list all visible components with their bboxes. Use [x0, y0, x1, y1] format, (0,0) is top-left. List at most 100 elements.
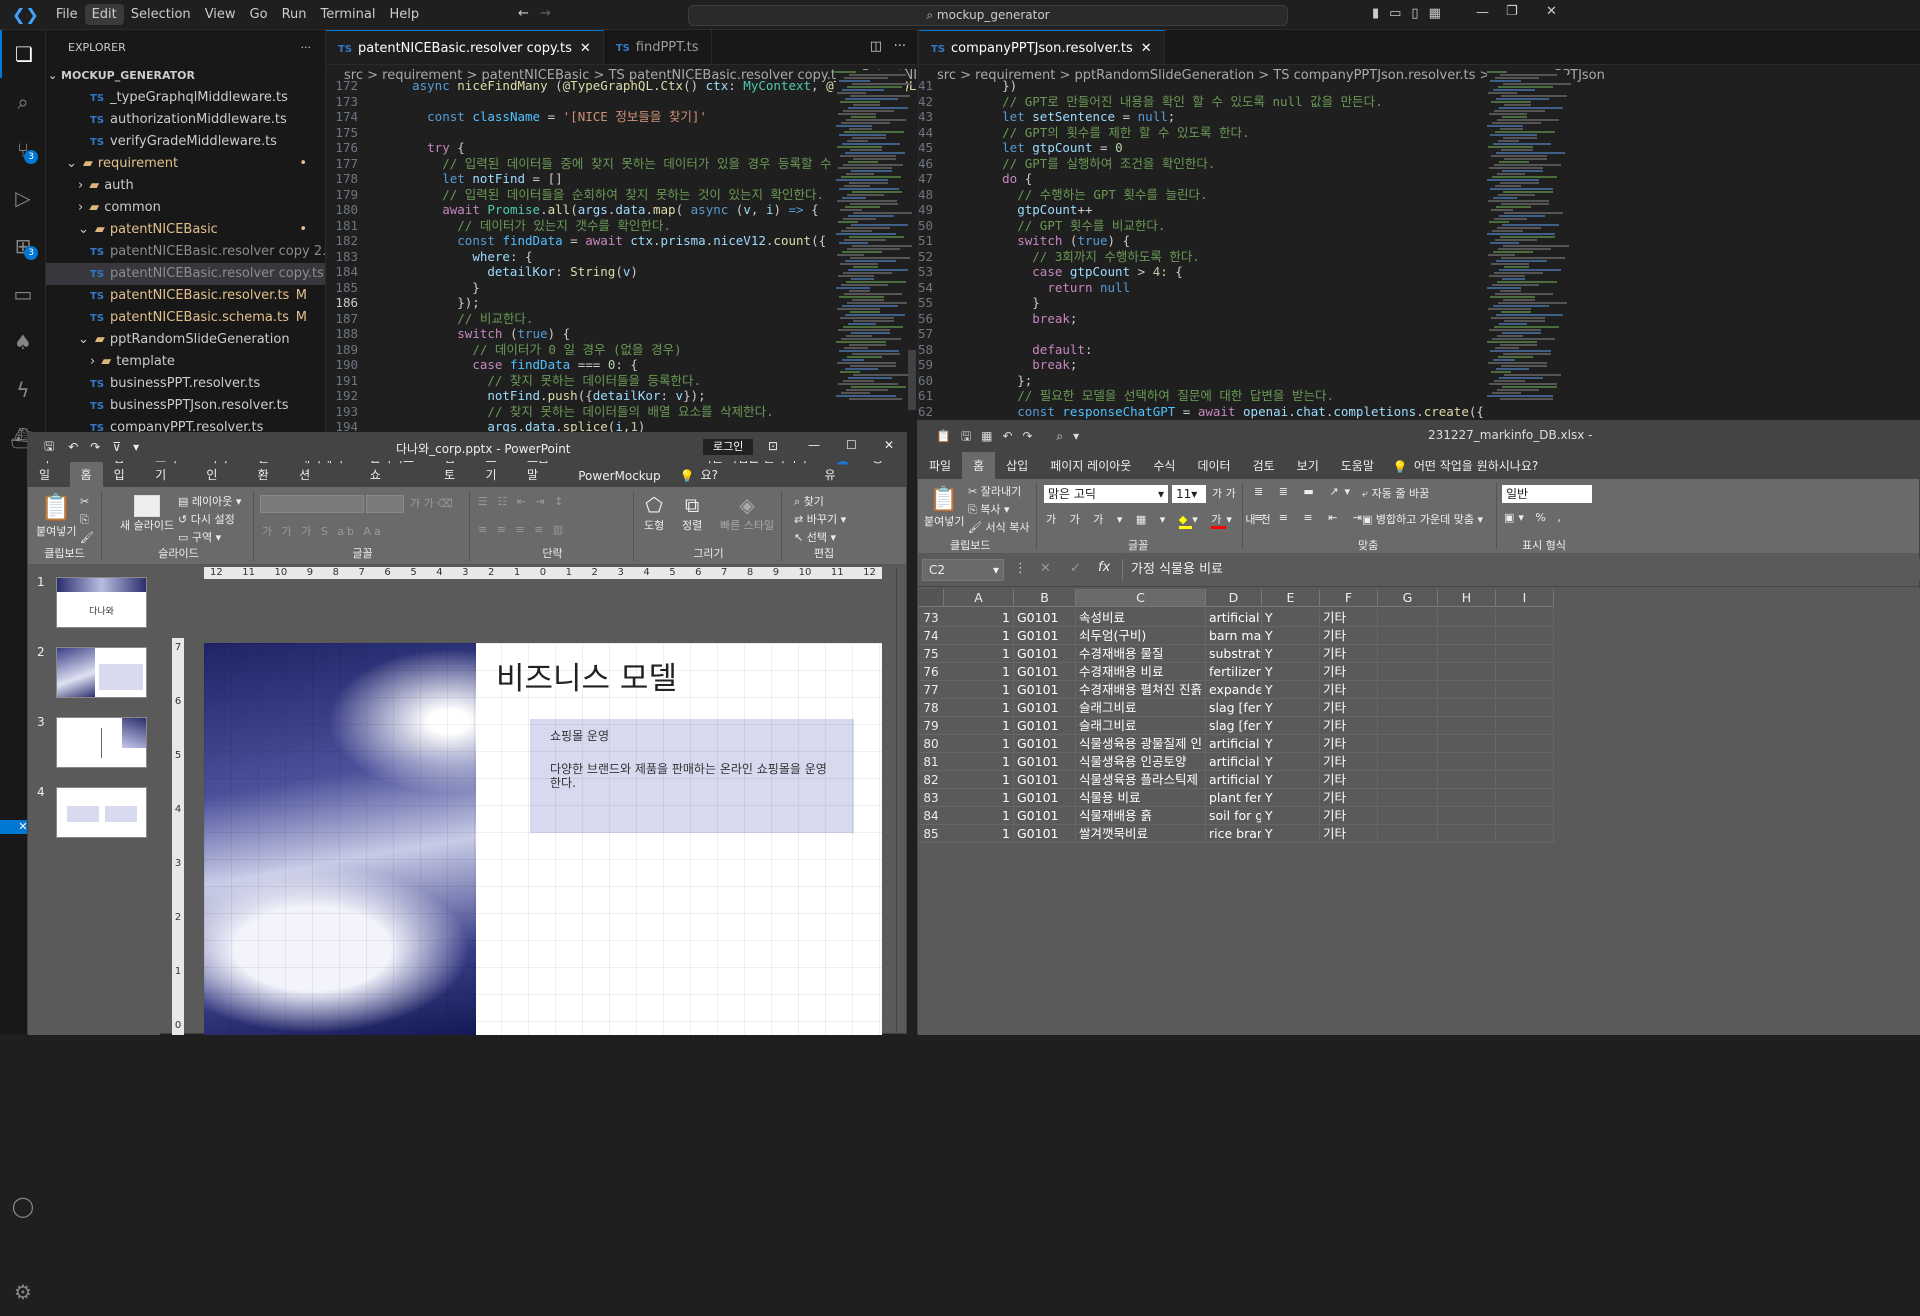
grid-cell[interactable]: 식물생육용 인공토양 — [1076, 753, 1206, 771]
menu-help[interactable]: Help — [382, 4, 426, 25]
reset-button[interactable]: ↺ 다시 설정 — [178, 511, 235, 527]
insert-function-icon[interactable]: fx — [1098, 560, 1110, 575]
layout-button[interactable]: ▤ 레이아웃 ▾ — [178, 493, 241, 509]
grid-cell[interactable]: 기타 — [1320, 753, 1378, 771]
grid-cell[interactable]: artificial pl — [1206, 771, 1262, 789]
menu-view[interactable]: View — [198, 4, 243, 25]
row-header[interactable]: 84 — [918, 807, 944, 825]
editor-tab[interactable]: TS findPPT.ts — [604, 30, 712, 64]
grid-cell[interactable]: 1 — [944, 681, 1014, 699]
grid-cell[interactable] — [1378, 663, 1438, 681]
grid-cell[interactable] — [1438, 609, 1496, 627]
formula-input[interactable]: 가정 식물용 비료 — [1122, 559, 1920, 581]
grid-cell[interactable]: 기타 — [1320, 627, 1378, 645]
select-button[interactable]: ↖ 선택 ▾ — [794, 529, 836, 545]
grid-cell[interactable] — [1378, 807, 1438, 825]
xl-copy-button[interactable]: ⎘ 복사 ▾ — [968, 501, 1010, 517]
grid-cell[interactable] — [1496, 717, 1554, 735]
tree-item[interactable]: ⌄ ▰ requirement • — [46, 153, 325, 175]
menu-run[interactable]: Run — [275, 4, 314, 25]
ribbon-display-icon[interactable]: ⊡ — [768, 439, 778, 453]
formula-cancel-icon[interactable]: ✕ — [1040, 561, 1051, 576]
excel-tab[interactable]: 데이터 — [1186, 452, 1241, 479]
grid-cell[interactable] — [1496, 609, 1554, 627]
explorer-icon[interactable]: ❏ — [0, 30, 46, 78]
xl-font-name-select[interactable]: 맑은 고딕 ▾ — [1044, 485, 1168, 503]
grid-cell[interactable] — [1438, 735, 1496, 753]
grid-cell[interactable]: G0101 — [1014, 753, 1076, 771]
grid-cell[interactable]: 기타 — [1320, 699, 1378, 717]
tree-item[interactable]: TS patentNICEBasic.schema.ts M — [46, 307, 325, 329]
ppt-tab[interactable]: 홈 — [69, 462, 103, 487]
grid-cell[interactable] — [1438, 663, 1496, 681]
format-painter-icon[interactable]: 🖌 — [80, 531, 94, 544]
close-button[interactable]: ✕ — [1546, 4, 1557, 19]
xl-format-painter-button[interactable]: 🖌 서식 복사 — [968, 519, 1029, 535]
settings-gear-icon[interactable]: ⚙ — [0, 1268, 46, 1316]
tree-item[interactable]: TS businessPPTJson.resolver.ts — [46, 395, 325, 417]
grid-cell[interactable]: 식물용 비료 — [1076, 789, 1206, 807]
grid-cell[interactable] — [1496, 735, 1554, 753]
tree-item[interactable]: › ▰ auth — [46, 175, 325, 197]
formula-enter-icon[interactable]: ✓ — [1070, 561, 1081, 576]
grid-cell[interactable] — [1378, 735, 1438, 753]
grid-cell[interactable] — [1496, 699, 1554, 717]
xl-valign-icons[interactable]: ≣ ≣ ▬ ↗▾ — [1254, 485, 1356, 498]
grid-cell[interactable] — [1438, 681, 1496, 699]
excel-tab[interactable]: 도움말 — [1330, 452, 1385, 479]
slide-title[interactable]: 비즈니스 모델 — [496, 653, 677, 698]
grid-cell[interactable]: 기타 — [1320, 663, 1378, 681]
ppt-maximize-button[interactable]: ☐ — [846, 438, 857, 452]
xl-merge-button[interactable]: ▣ 병합하고 가운데 맞춤 ▾ — [1362, 511, 1483, 527]
shape-button[interactable]: ⬠ 도형 — [644, 493, 664, 533]
grid-cell[interactable]: 식물재배용 흙 — [1076, 807, 1206, 825]
grid-cell[interactable]: 기타 — [1320, 807, 1378, 825]
slide-content-box[interactable]: 쇼핑몰 운영 다양한 브랜드와 제품을 판매하는 온라인 쇼핑몰을 운영한다. — [530, 719, 854, 833]
menu-selection[interactable]: Selection — [124, 4, 198, 25]
tree-item[interactable]: TS authorizationMiddleware.ts — [46, 109, 325, 131]
row-header[interactable]: 73 — [918, 609, 944, 627]
font-grow-icons[interactable]: 가 가 ⌫ — [410, 495, 453, 511]
cut-icon[interactable]: ✂ — [80, 495, 89, 508]
xl-font-grow-icons[interactable]: 가 가 — [1212, 485, 1236, 501]
column-header[interactable]: H — [1438, 589, 1496, 607]
replace-button[interactable]: ⇄ 바꾸기 ▾ — [794, 511, 846, 527]
grid-cell[interactable]: 1 — [944, 753, 1014, 771]
grid-cell[interactable] — [1496, 627, 1554, 645]
editor-tab[interactable]: TS companyPPTJson.resolver.ts ✕ — [919, 30, 1165, 64]
grid-cell[interactable]: G0101 — [1014, 645, 1076, 663]
grid-cell[interactable]: 1 — [944, 735, 1014, 753]
grid-cell[interactable]: 1 — [944, 645, 1014, 663]
grid-cell[interactable]: Y — [1262, 663, 1320, 681]
grid-cell[interactable] — [1438, 627, 1496, 645]
slide-thumbnail-2[interactable] — [56, 647, 147, 698]
run-debug-icon[interactable]: ▷ — [0, 174, 46, 222]
row-header[interactable]: 76 — [918, 663, 944, 681]
maximize-button[interactable]: ❐ — [1506, 4, 1518, 19]
font-style-icons[interactable]: 가 가 가 S ab Aa — [262, 523, 384, 539]
grid-cell[interactable]: 기타 — [1320, 771, 1378, 789]
tree-item[interactable]: › ▰ common — [46, 197, 325, 219]
command-center-search[interactable]: ⌕ mockup_generator — [688, 5, 1288, 26]
row-header[interactable]: 75 — [918, 645, 944, 663]
tree-item[interactable]: TS businessPPT.resolver.ts — [46, 373, 325, 395]
grid-cell[interactable]: 기타 — [1320, 717, 1378, 735]
qat-more-icon[interactable]: ▾ — [133, 440, 139, 454]
tree-item[interactable]: TS patentNICEBasic.resolver.ts M — [46, 285, 325, 307]
grid-cell[interactable]: G0101 — [1014, 663, 1076, 681]
row-header[interactable]: 77 — [918, 681, 944, 699]
row-header[interactable]: 83 — [918, 789, 944, 807]
grid-cell[interactable]: 슬래그비료 — [1076, 699, 1206, 717]
select-all-corner[interactable] — [918, 589, 944, 607]
grid-cell[interactable] — [1378, 681, 1438, 699]
grid-cell[interactable] — [1496, 681, 1554, 699]
grid-cell[interactable]: G0101 — [1014, 627, 1076, 645]
grid-cell[interactable]: G0101 — [1014, 609, 1076, 627]
grid-cell[interactable] — [1496, 807, 1554, 825]
grid-cell[interactable]: 기타 — [1320, 645, 1378, 663]
scrollbar-left[interactable] — [908, 350, 916, 410]
minimize-button[interactable]: — — [1476, 5, 1489, 20]
grid-cell[interactable] — [1438, 699, 1496, 717]
grid-cell[interactable] — [1378, 627, 1438, 645]
grid-cell[interactable]: 쇠두엄(구비) — [1076, 627, 1206, 645]
